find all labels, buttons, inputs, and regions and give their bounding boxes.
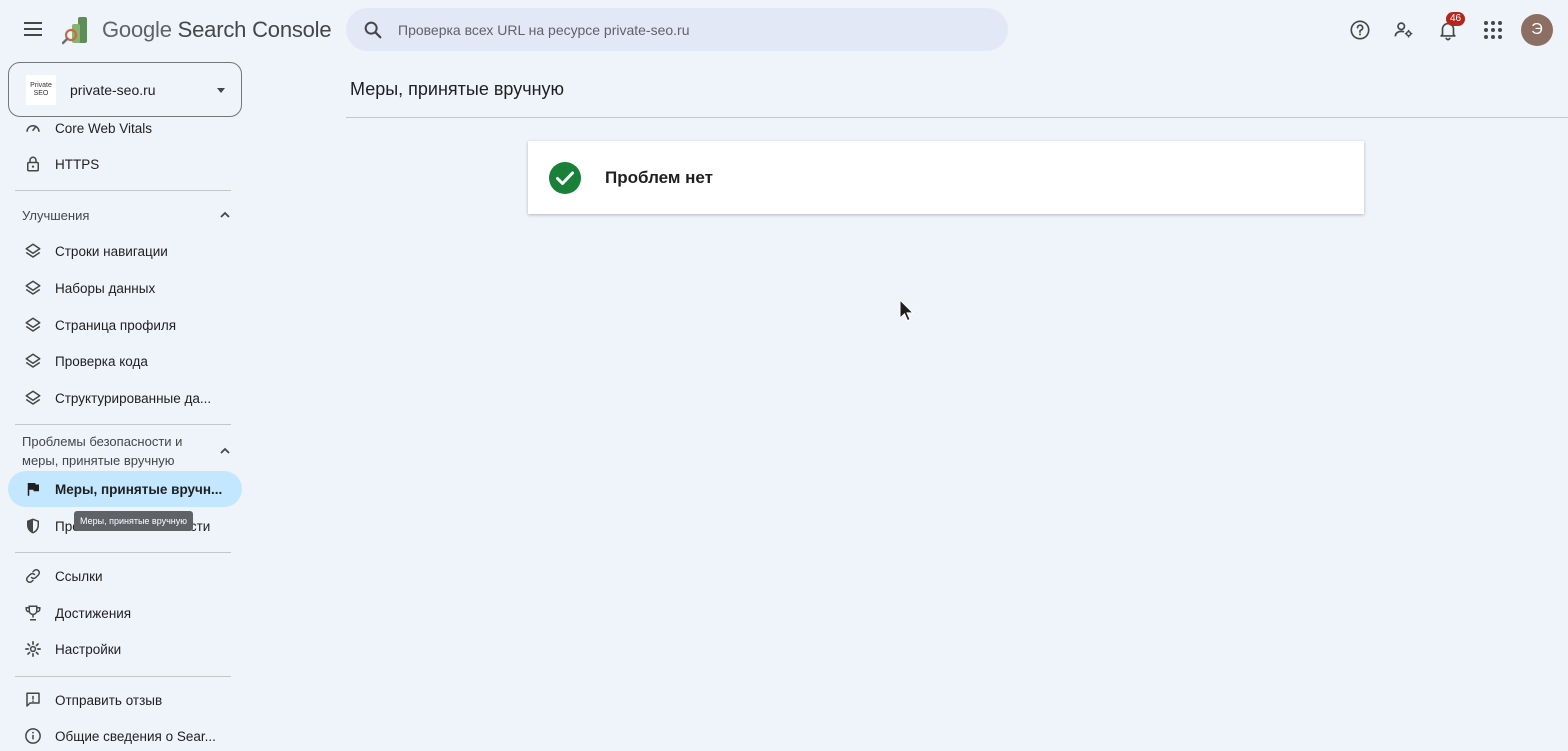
flag-icon	[24, 480, 42, 498]
section-header-label-line1: Проблемы безопасности и	[22, 434, 183, 449]
section-header-label: Улучшения	[22, 208, 90, 223]
sidebar-item-label: Строки навигации	[55, 243, 168, 259]
manage-users-icon	[1394, 22, 1413, 38]
layers-icon	[24, 316, 42, 334]
sidebar-item-https[interactable]: HTTPS	[8, 146, 242, 182]
help-button[interactable]	[1348, 18, 1372, 42]
sidebar-item-about[interactable]: Общие сведения о Sear...	[8, 718, 242, 751]
sidebar-item-breadcrumbs[interactable]: Строки навигации	[8, 233, 242, 269]
title-divider	[346, 117, 1568, 118]
trophy-icon	[24, 604, 42, 622]
property-selector[interactable]: Private SEO private-seo.ru	[8, 62, 242, 117]
app-title: Google Search Console	[102, 17, 332, 43]
sidebar-item-label: Ссылки	[55, 568, 103, 584]
chevron-up-icon[interactable]	[218, 444, 232, 458]
status-card: Проблем нет	[528, 141, 1364, 214]
sidebar-divider	[15, 676, 231, 677]
account-avatar[interactable]: Э	[1521, 14, 1553, 46]
section-header-enhancements[interactable]: Улучшения	[22, 206, 89, 225]
sidebar-divider	[15, 424, 231, 425]
lock-icon	[24, 155, 42, 173]
sidebar-item-label: Страница профиля	[55, 317, 177, 333]
sidebar-item-send-feedback[interactable]: Отправить отзыв	[8, 682, 242, 718]
app-title-google: Google	[102, 17, 172, 42]
help-icon	[1350, 20, 1370, 40]
sidebar-divider	[15, 552, 231, 553]
link-icon	[24, 567, 42, 585]
menu-icon-line	[24, 22, 42, 24]
sidebar-item-datasets[interactable]: Наборы данных	[8, 270, 242, 306]
dropdown-arrow-icon	[217, 88, 225, 93]
sidebar-item-structured-data[interactable]: Структурированные да...	[8, 380, 242, 416]
tooltip: Меры, принятые вручную	[74, 511, 194, 531]
feedback-icon	[24, 691, 42, 709]
shield-icon	[24, 517, 42, 535]
user-settings-button[interactable]	[1392, 18, 1416, 42]
layers-icon	[24, 352, 42, 370]
apps-grid-icon	[1484, 21, 1502, 39]
sidebar-item-label: Отправить отзыв	[55, 692, 163, 708]
google-apps-button[interactable]	[1481, 18, 1505, 42]
sidebar-item-label: Общие сведения о Sear...	[55, 728, 216, 744]
sidebar-item-label: Достижения	[55, 605, 132, 621]
sidebar-item-core-web-vitals[interactable]: Core Web Vitals	[8, 110, 242, 146]
sidebar-item-label: HTTPS	[55, 156, 100, 172]
notifications-button[interactable]: 46	[1436, 12, 1466, 42]
sidebar-item-code-check[interactable]: Проверка кода	[8, 343, 242, 379]
page-title: Меры, принятые вручную	[350, 79, 565, 99]
status-text: Проблем нет	[605, 167, 713, 187]
layers-icon	[24, 279, 42, 297]
search-input[interactable]	[398, 21, 958, 38]
sidebar-item-label: Меры, принятые вручн...	[55, 481, 223, 497]
sidebar-item-links[interactable]: Ссылки	[8, 558, 242, 594]
sidebar-item-profile-page[interactable]: Страница профиля	[8, 307, 242, 343]
mouse-cursor-icon	[899, 299, 915, 322]
property-logo: Private SEO	[26, 74, 56, 105]
main-menu-button[interactable]	[20, 16, 46, 42]
check-circle-icon	[549, 161, 581, 194]
sidebar-item-label: Проверка кода	[55, 353, 148, 369]
gear-icon	[24, 640, 42, 658]
speedometer-icon	[24, 119, 42, 137]
sidebar-divider	[15, 190, 231, 191]
app-title-product: Search Console	[177, 17, 332, 42]
notifications-badge: 46	[1446, 12, 1466, 26]
menu-icon-line	[24, 34, 42, 36]
search-console-logo[interactable]: Google Search Console	[62, 14, 332, 46]
section-header-label-line2: меры, принятые вручную	[22, 453, 175, 468]
search-icon	[364, 21, 382, 38]
layers-icon	[24, 242, 42, 260]
search-console-logo-icon	[62, 17, 87, 45]
sidebar-item-label: Наборы данных	[55, 280, 156, 296]
sidebar-item-label: Core Web Vitals	[55, 120, 153, 136]
top-app-bar: Google Search Console 46	[0, 0, 1568, 60]
sidebar-item-achievements[interactable]: Достижения	[8, 595, 242, 631]
sidebar-item-manual-actions[interactable]: Меры, принятые вручн...	[8, 471, 242, 507]
info-icon	[24, 727, 42, 745]
chevron-up-icon[interactable]	[218, 208, 232, 222]
property-name: private-seo.ru	[70, 81, 156, 98]
layers-icon	[24, 389, 42, 407]
menu-icon-line	[24, 28, 42, 30]
url-inspection-search[interactable]	[346, 8, 1008, 51]
section-header-security[interactable]: Проблемы безопасности и меры, принятые в…	[22, 432, 182, 470]
sidebar-item-settings[interactable]: Настройки	[8, 631, 242, 667]
sidebar-item-label: Настройки	[55, 641, 122, 657]
sidebar-item-label: Структурированные да...	[55, 390, 212, 406]
